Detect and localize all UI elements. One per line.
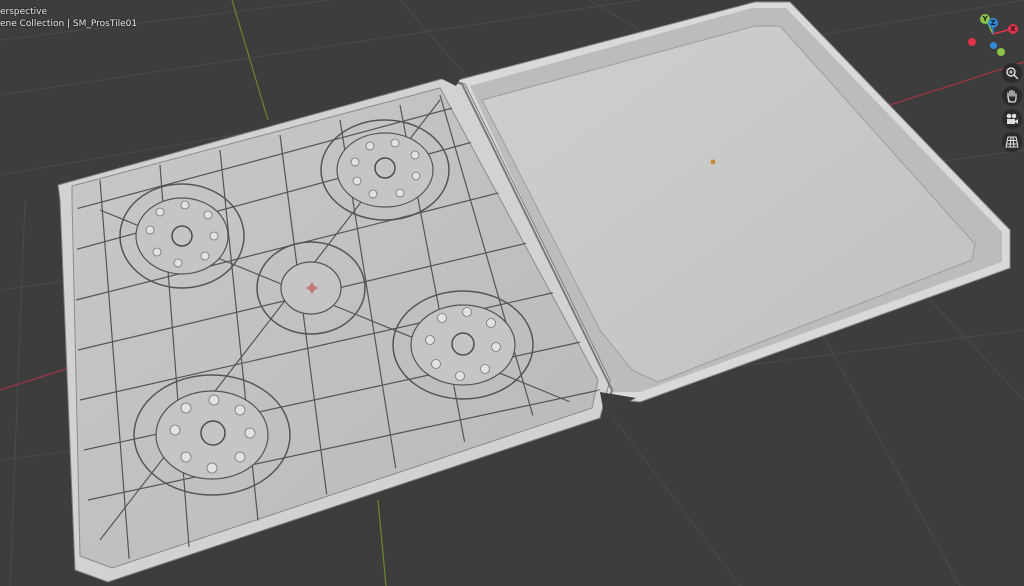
gizmo-z-axis[interactable]: Z [988, 18, 998, 28]
zoom-button[interactable] [1002, 63, 1022, 83]
view-mode-label: erspective [0, 7, 48, 17]
zoom-icon [1006, 67, 1019, 80]
navigation-gizmo[interactable]: Y Z X [960, 6, 1022, 62]
y-axis-line-lower [377, 499, 387, 586]
origin-point [710, 159, 716, 165]
gizmo-x-axis[interactable]: X [1008, 24, 1018, 34]
ortho-toggle-button[interactable] [1002, 132, 1022, 152]
pan-hand-icon [1007, 89, 1017, 103]
pan-button[interactable] [1002, 86, 1022, 106]
camera-view-button[interactable] [1002, 109, 1022, 129]
3d-viewport[interactable] [0, 0, 1024, 586]
gizmo-neg-y-axis[interactable] [997, 48, 1005, 56]
camera-view-icon [1006, 113, 1018, 124]
gizmo-neg-x-axis[interactable] [968, 38, 976, 46]
gizmo-neg-z-axis[interactable] [990, 42, 997, 49]
gizmo-lines [985, 18, 1013, 35]
ortho-grid-icon [1005, 136, 1019, 148]
collection-info-label: ene Collection | SM_ProsTile01 [0, 19, 138, 29]
